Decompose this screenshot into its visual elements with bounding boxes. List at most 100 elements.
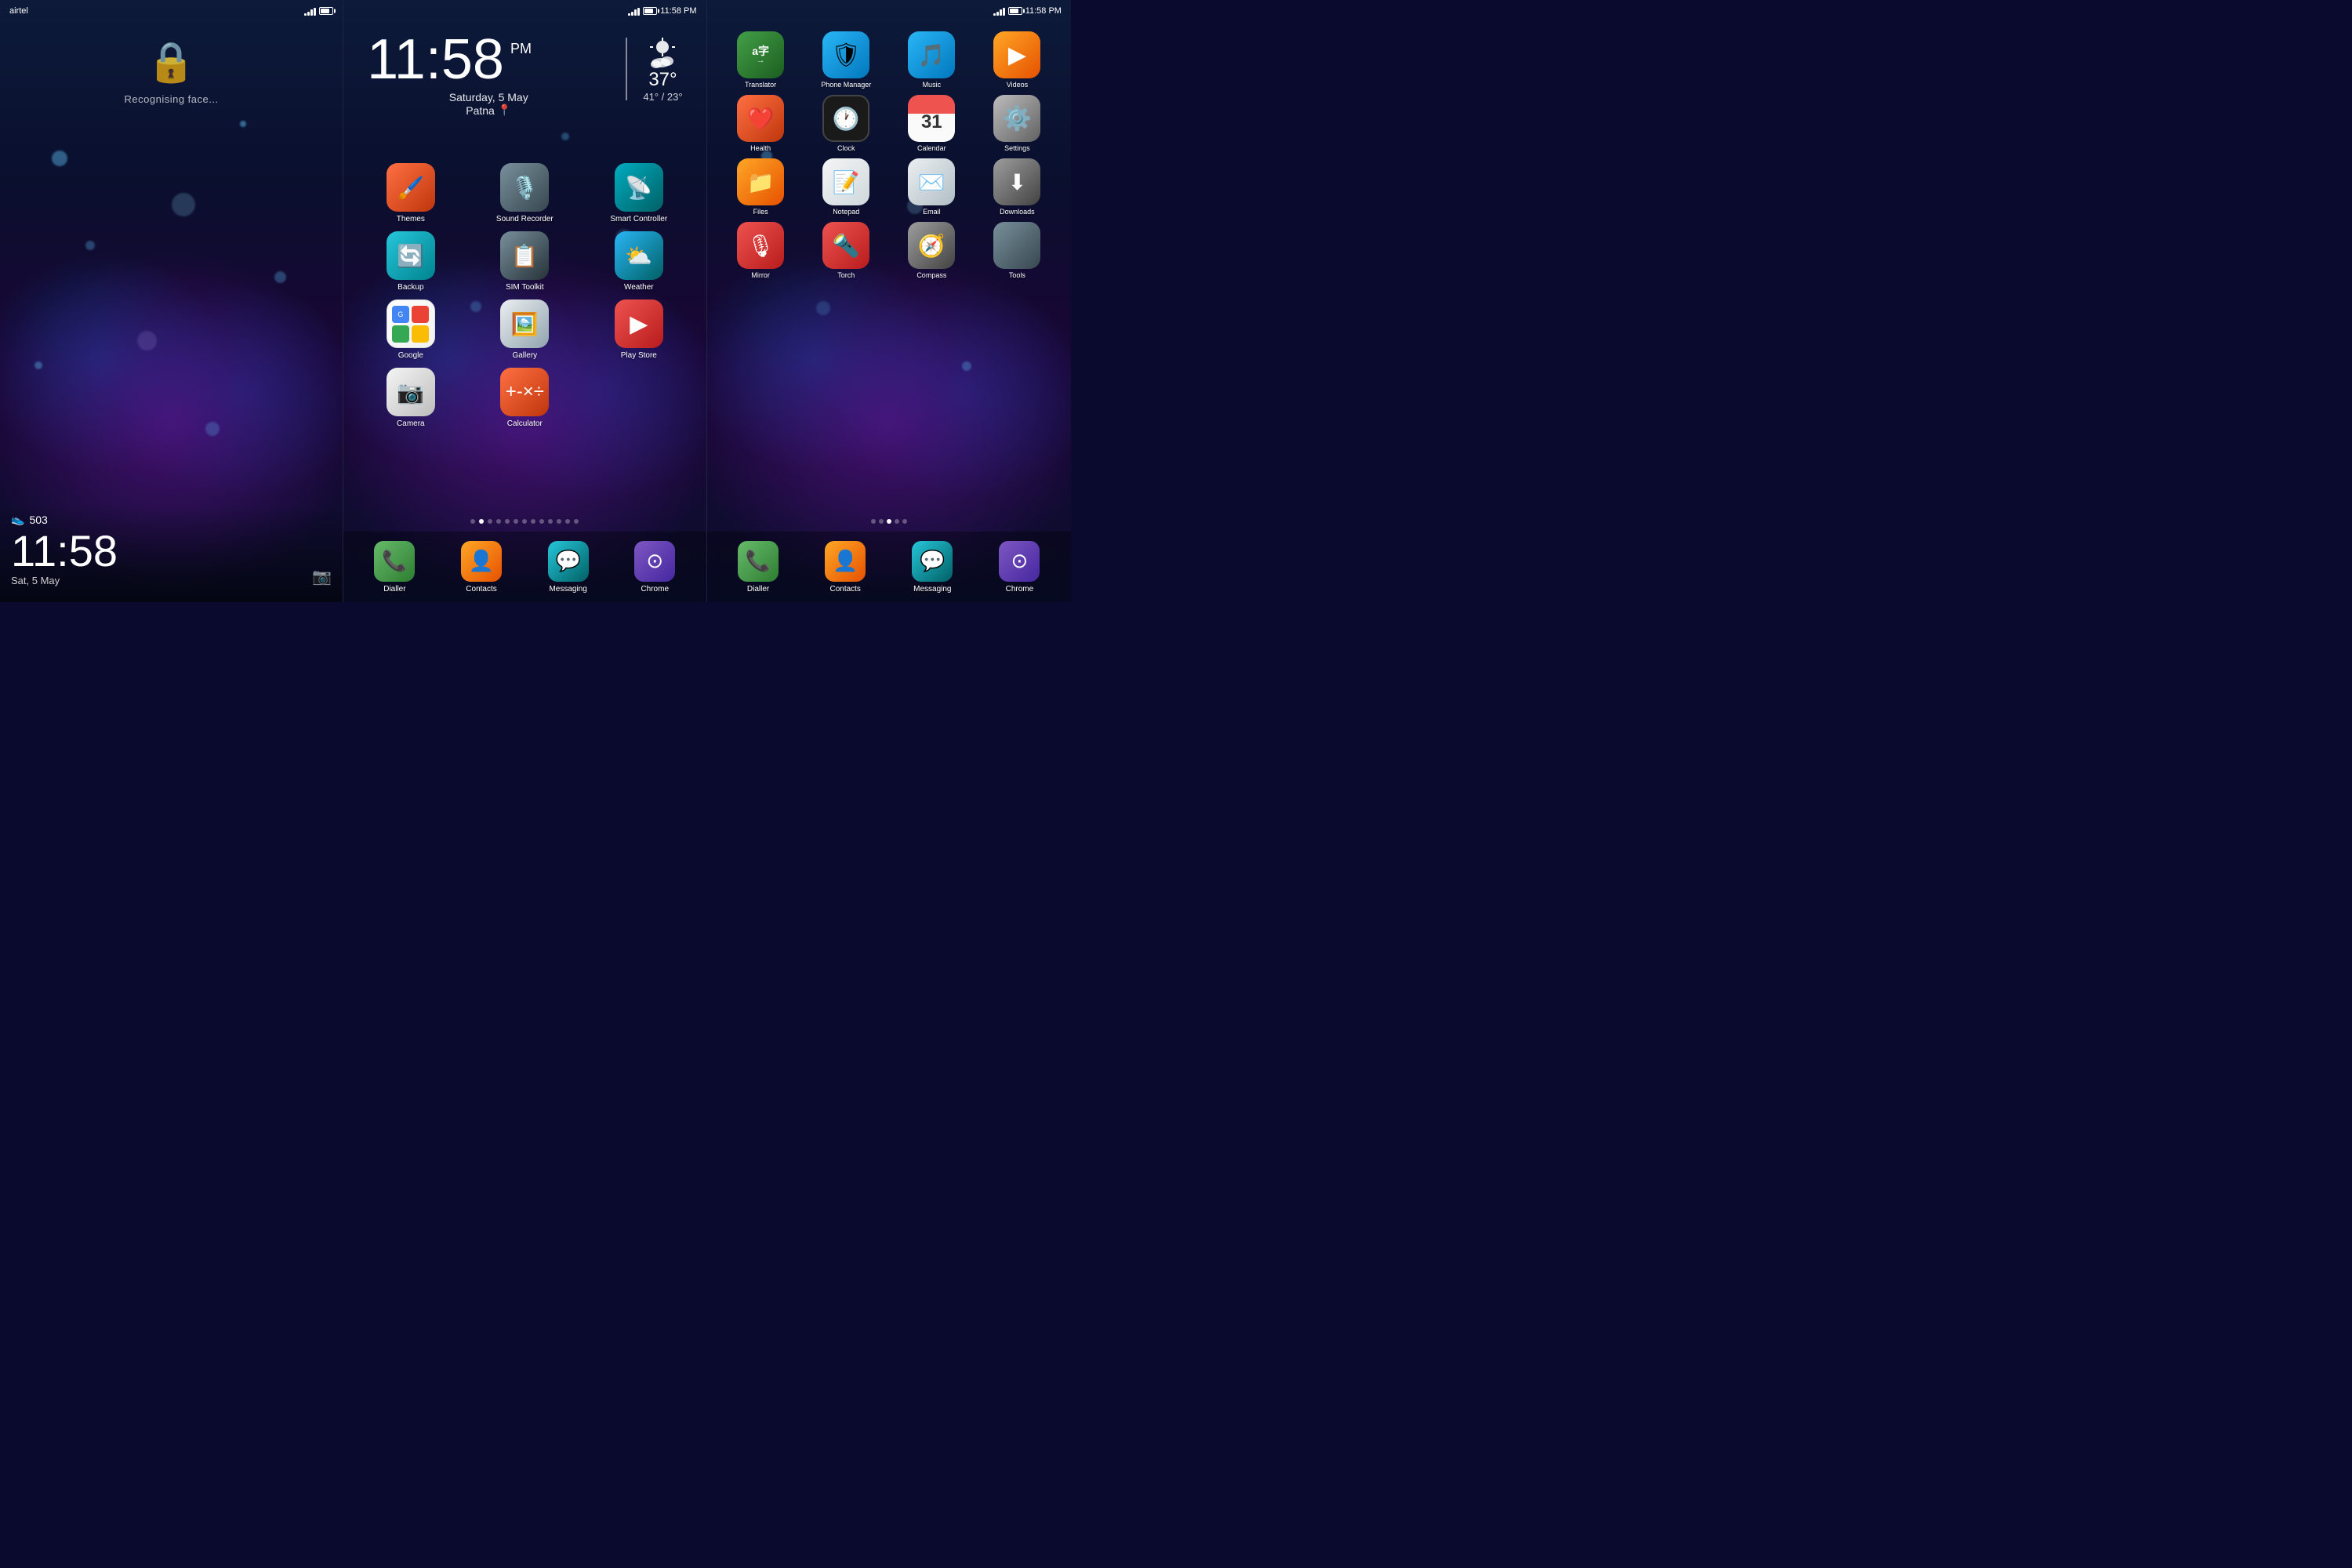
dock-label-chrome-3: Chrome [1006, 585, 1034, 593]
page-dot[interactable] [505, 519, 510, 524]
dock-label-contacts-3: Contacts [829, 585, 860, 593]
app-notepad[interactable]: 📝 Notepad [807, 158, 886, 216]
home-screen-panel: 11:58 PM 11:58 PM Saturday, 5 May Patna … [343, 0, 706, 602]
signal-icon [304, 6, 316, 16]
page-dot[interactable] [557, 519, 561, 524]
page-dot-active[interactable] [479, 519, 484, 524]
app-label-themes: Themes [397, 215, 425, 223]
page-dot[interactable] [522, 519, 527, 524]
lock-screen-panel: airtel 🔒 Recognising face... 👟 [0, 0, 343, 602]
lock-icon: 🔒 [147, 39, 195, 85]
app-label-compass: Compass [916, 271, 946, 279]
dock-label-chrome: Chrome [641, 585, 669, 593]
app-label-play-store: Play Store [621, 351, 657, 360]
dock-dialler[interactable]: 📞 Dialler [374, 541, 415, 593]
dock-label-contacts: Contacts [466, 585, 496, 593]
page-dot-p3-active[interactable] [887, 519, 891, 524]
page-dot-p3[interactable] [879, 519, 884, 524]
location-pin-icon: 📍 [498, 103, 511, 117]
dock-dialler-3[interactable]: 📞 Dialler [738, 541, 779, 593]
app-sound-recorder[interactable]: 🎙️ Sound Recorder [472, 163, 578, 223]
dock-panel2: 📞 Dialler 👤 Contacts 💬 Messaging ⊙ [343, 532, 706, 602]
app-label-smart-controller: Smart Controller [610, 215, 667, 223]
carrier-label: airtel [9, 6, 28, 16]
app-music[interactable]: 🎵 Music [892, 31, 971, 89]
dock-label-dialler: Dialler [383, 585, 405, 593]
app-torch[interactable]: 🔦 Torch [807, 222, 886, 279]
weather-icon [644, 38, 681, 69]
app-calculator[interactable]: +-×÷ Calculator [472, 368, 578, 428]
page-dot[interactable] [548, 519, 553, 524]
page-dot[interactable] [514, 519, 518, 524]
signal-icon-3 [993, 6, 1005, 16]
app-smart-controller[interactable]: 📡 Smart Controller [586, 163, 691, 223]
page-dot[interactable] [488, 519, 492, 524]
app-backup[interactable]: 🔄 Backup [358, 231, 463, 292]
page-dot[interactable] [539, 519, 544, 524]
app-compass[interactable]: 🧭 Compass [892, 222, 971, 279]
battery-icon-2 [643, 7, 657, 15]
step-count: 503 [29, 514, 47, 526]
app-calendar[interactable]: 31 Calendar [892, 95, 971, 152]
app-label-calculator: Calculator [507, 419, 543, 428]
page-dot-p3[interactable] [871, 519, 876, 524]
app-camera[interactable]: 📷 Camera [358, 368, 463, 428]
signal-icon-2 [628, 6, 640, 16]
app-label-translator: Translator [745, 81, 776, 89]
dock-contacts[interactable]: 👤 Contacts [461, 541, 502, 593]
app-files[interactable]: 📁 Files [721, 158, 800, 216]
app-label-calendar: Calendar [917, 144, 946, 152]
page-dot-p3[interactable] [895, 519, 899, 524]
page-dot-p3[interactable] [902, 519, 907, 524]
clock-divider [626, 38, 627, 100]
clock-date: Saturday, 5 May [367, 91, 610, 103]
status-time-3: 11:58 PM [1025, 6, 1062, 16]
page-dot[interactable] [470, 519, 475, 524]
app-videos[interactable]: ▶ Videos [978, 31, 1057, 89]
app-label-settings: Settings [1004, 144, 1030, 152]
app-google[interactable]: G Google [358, 299, 463, 360]
app-themes[interactable]: 🖌️ Themes [358, 163, 463, 223]
app-mirror[interactable]: 🎙 Mirror [721, 222, 800, 279]
page-dot[interactable] [496, 519, 501, 524]
app-label-camera: Camera [397, 419, 425, 428]
app-label-downloads: Downloads [1000, 208, 1035, 216]
app-label-gallery: Gallery [512, 351, 537, 360]
status-bar-panel1: airtel [0, 0, 343, 22]
app-tools[interactable]: Tools [978, 222, 1057, 279]
lock-time: 11:58 [11, 529, 332, 573]
dock-chrome[interactable]: ⊙ Chrome [634, 541, 675, 593]
battery-icon [319, 7, 333, 15]
dock-chrome-3[interactable]: ⊙ Chrome [999, 541, 1040, 593]
app-health[interactable]: ❤️ Health [721, 95, 800, 152]
app-gallery[interactable]: 🖼️ Gallery [472, 299, 578, 360]
app-label-torch: Torch [837, 271, 855, 279]
app-sim-toolkit[interactable]: 📋 SIM Toolkit [472, 231, 578, 292]
dock-contacts-3[interactable]: 👤 Contacts [825, 541, 866, 593]
app-translator[interactable]: a字 → Translator [721, 31, 800, 89]
app-weather[interactable]: ⛅ Weather [586, 231, 691, 292]
dock-panel3: 📞 Dialler 👤 Contacts 💬 Messaging ⊙ [707, 532, 1071, 602]
app-label-health: Health [750, 144, 771, 152]
app-downloads[interactable]: ⬇ Downloads [978, 158, 1057, 216]
app-label-phone-manager: Phone Manager [821, 81, 871, 89]
page-dot[interactable] [565, 519, 570, 524]
dock-messaging-3[interactable]: 💬 Messaging [912, 541, 953, 593]
dock-messaging[interactable]: 💬 Messaging [548, 541, 589, 593]
app-email[interactable]: ✉️ Email [892, 158, 971, 216]
status-bar-panel2: 11:58 PM [343, 0, 706, 22]
app-label-files: Files [753, 208, 768, 216]
lock-date: Sat, 5 May [11, 575, 332, 586]
app-settings[interactable]: ⚙️ Settings [978, 95, 1057, 152]
app-drawer-panel: 11:58 PM a字 → Translator 🛡 Phone Manager [707, 0, 1071, 602]
page-dot[interactable] [531, 519, 535, 524]
app-label-sim-toolkit: SIM Toolkit [506, 283, 544, 292]
app-play-store[interactable]: ▶ Play Store [586, 299, 691, 360]
weather-temp: 37° [648, 69, 677, 91]
dock-label-messaging: Messaging [549, 585, 586, 593]
page-dot[interactable] [574, 519, 579, 524]
app-clock[interactable]: 🕐 Clock [807, 95, 886, 152]
app-phone-manager[interactable]: 🛡 Phone Manager [807, 31, 886, 89]
app-label-google: Google [398, 351, 423, 360]
camera-button[interactable]: 📷 [312, 567, 332, 586]
